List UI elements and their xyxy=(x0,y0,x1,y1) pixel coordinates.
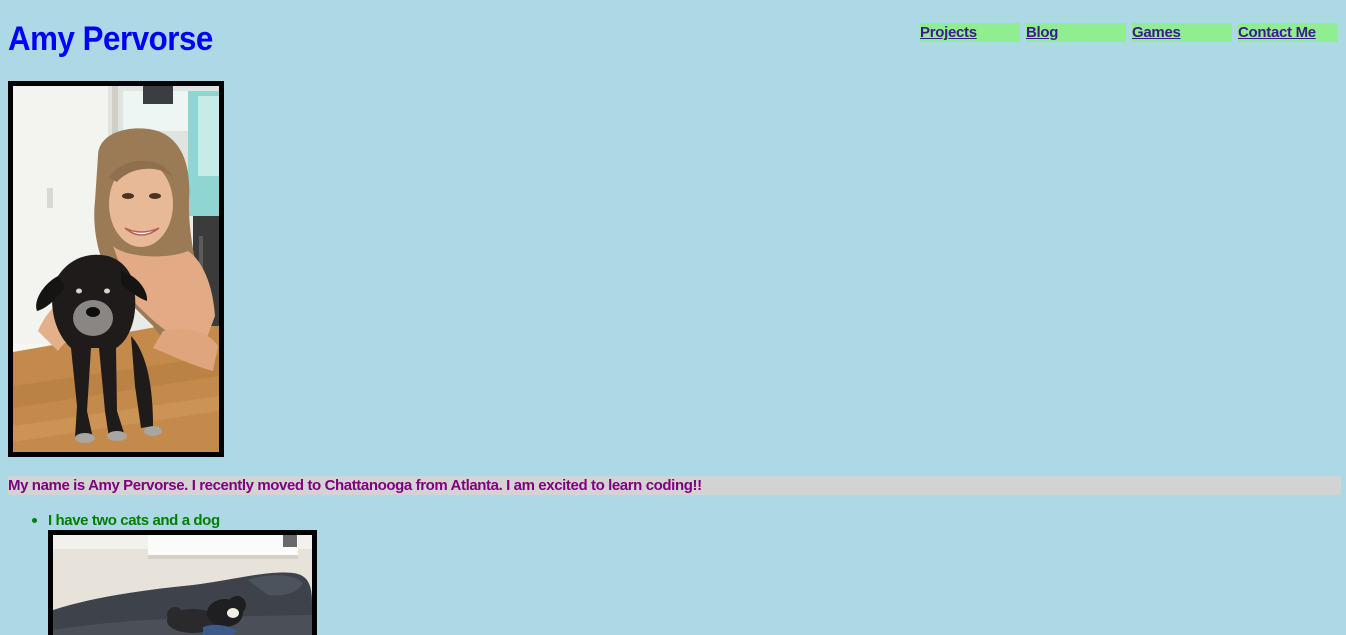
site-title: Amy Pervorse xyxy=(8,20,213,58)
facts-list: I have two cats and a dog xyxy=(8,511,220,530)
bullet-icon xyxy=(32,518,37,523)
pets-photo xyxy=(48,530,317,635)
profile-photo xyxy=(8,81,224,457)
photo-of-cats-on-couch xyxy=(53,535,312,635)
fact-text: I have two cats and a dog xyxy=(48,512,220,529)
nav-link-games[interactable]: Games xyxy=(1132,23,1232,42)
nav-link-contact-me[interactable]: Contact Me xyxy=(1238,23,1338,42)
main-nav: Projects Blog Games Contact Me xyxy=(920,23,1338,42)
nav-link-blog[interactable]: Blog xyxy=(1026,23,1126,42)
intro-text: My name is Amy Pervorse. I recently move… xyxy=(8,476,1341,495)
photo-of-woman-with-dog xyxy=(13,86,219,452)
list-item: I have two cats and a dog xyxy=(32,511,220,530)
nav-link-projects[interactable]: Projects xyxy=(920,23,1020,42)
